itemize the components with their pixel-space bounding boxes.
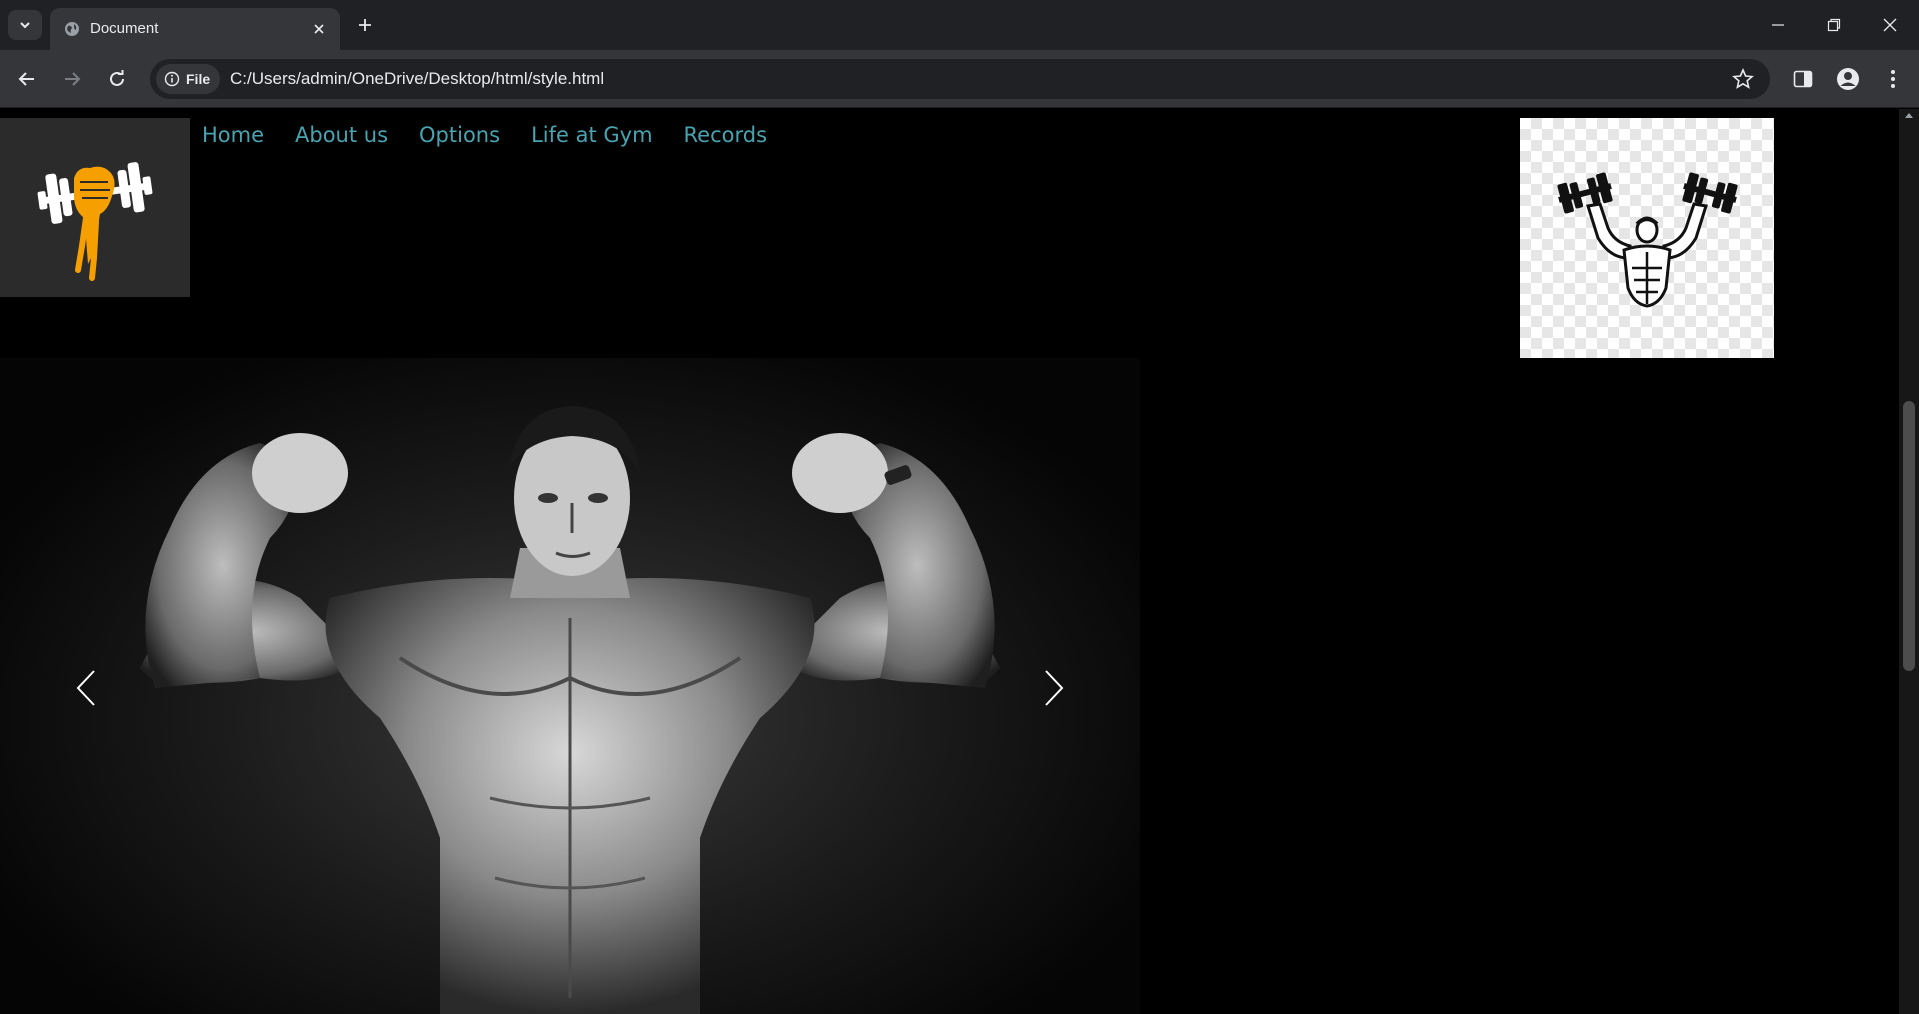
- scroll-up-arrow-icon[interactable]: [1905, 113, 1913, 118]
- nav-link-home[interactable]: Home: [202, 121, 264, 149]
- site-chip-label: File: [186, 71, 211, 87]
- bodybuilder-dumbbells-icon: [1557, 172, 1738, 308]
- globe-icon: [65, 22, 79, 36]
- close-icon: [314, 24, 324, 34]
- nav-link-life-at-gym[interactable]: Life at Gym: [531, 121, 652, 149]
- tab-document[interactable]: Document: [50, 8, 340, 50]
- bookmark-star-icon[interactable]: [1732, 68, 1754, 90]
- reload-icon: [110, 70, 124, 86]
- page-viewport: Home About us Options Life at Gym Record…: [0, 109, 1899, 1014]
- nav-link-options[interactable]: Options: [419, 121, 500, 149]
- arrow-right-icon: [65, 72, 81, 86]
- url-text[interactable]: C:/Users/admin/OneDrive/Desktop/html/sty…: [230, 69, 604, 89]
- restore-button[interactable]: [1806, 0, 1862, 50]
- site-logo[interactable]: [0, 118, 190, 297]
- restore-icon: [1827, 18, 1841, 32]
- page-scrollbar[interactable]: [1899, 109, 1919, 1014]
- tab-title: Document: [90, 20, 159, 37]
- back-button[interactable]: [10, 62, 44, 96]
- avatar-icon: [1837, 68, 1859, 90]
- minimize-button[interactable]: [1750, 0, 1806, 50]
- tab-search-button[interactable]: [8, 10, 42, 40]
- tab-strip: Document: [0, 0, 1919, 50]
- minimize-icon: [1772, 24, 1784, 26]
- side-panel-button[interactable]: [1788, 64, 1818, 94]
- chevron-right-icon: [1045, 670, 1064, 706]
- reload-button[interactable]: [100, 62, 134, 96]
- close-window-button[interactable]: [1862, 0, 1918, 50]
- close-icon: [1883, 18, 1897, 32]
- main-nav: Home About us Options Life at Gym Record…: [202, 121, 798, 149]
- carousel-prev-button[interactable]: [66, 658, 106, 718]
- address-bar[interactable]: File C:/Users/admin/OneDrive/Desktop/htm…: [150, 59, 1770, 99]
- carousel-next-button[interactable]: [1034, 658, 1074, 718]
- nav-link-about-us[interactable]: About us: [295, 121, 388, 149]
- plus-icon: [359, 19, 371, 31]
- profile-button[interactable]: [1833, 64, 1863, 94]
- hero-carousel: [0, 358, 1140, 1014]
- site-info-chip[interactable]: File: [156, 64, 221, 94]
- close-tab-button[interactable]: [310, 20, 328, 38]
- bodybuilder-clipart-image: [1520, 118, 1774, 358]
- info-icon: [164, 71, 180, 87]
- nav-link-records[interactable]: Records: [684, 121, 768, 149]
- browser-toolbar: File C:/Users/admin/OneDrive/Desktop/htm…: [0, 50, 1919, 108]
- menu-button[interactable]: [1878, 64, 1908, 94]
- fist-dumbbell-logo-icon: [37, 162, 153, 281]
- side-panel-icon: [1793, 70, 1813, 88]
- chevron-down-icon: [20, 22, 30, 29]
- kebab-menu-icon: [1891, 70, 1895, 88]
- bodybuilder-photo-image: [140, 406, 1000, 1014]
- chevron-left-icon: [76, 670, 95, 706]
- arrow-left-icon: [18, 72, 34, 86]
- scroll-thumb[interactable]: [1903, 401, 1915, 671]
- forward-button[interactable]: [55, 62, 89, 96]
- new-tab-button[interactable]: [354, 14, 376, 36]
